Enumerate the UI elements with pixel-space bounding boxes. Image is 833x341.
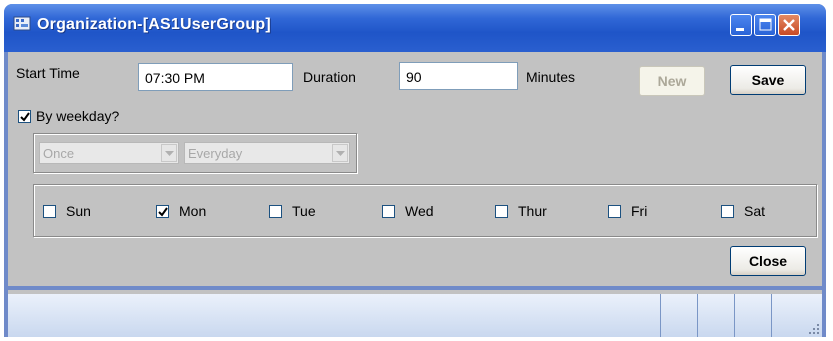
window-app-icon[interactable] bbox=[13, 15, 31, 33]
maximize-icon bbox=[759, 18, 772, 31]
day-label-tue: Tue bbox=[292, 203, 316, 219]
day-label-mon: Mon bbox=[179, 203, 207, 219]
checkmark-icon bbox=[158, 207, 168, 217]
minimize-icon bbox=[736, 28, 744, 31]
close-button[interactable]: Close bbox=[730, 246, 806, 276]
day-checkbox-sat[interactable] bbox=[721, 205, 734, 218]
day-label-sun: Sun bbox=[66, 203, 91, 219]
dropdown-arrow-icon bbox=[336, 151, 345, 156]
interval-combo-value: Everyday bbox=[188, 146, 243, 161]
status-panel-1 bbox=[660, 294, 696, 337]
day-label-thur: Thur bbox=[518, 203, 547, 219]
interval-dropdown-button[interactable] bbox=[332, 144, 348, 162]
dropdown-arrow-icon bbox=[165, 151, 174, 156]
resize-grip-icon[interactable] bbox=[808, 323, 820, 335]
by-weekday-label: By weekday? bbox=[36, 108, 120, 124]
dialog-body: Start Time 07:30 PM Duration 90 Minutes … bbox=[8, 52, 822, 286]
interval-combo[interactable]: Everyday bbox=[184, 142, 350, 164]
status-bar bbox=[8, 290, 822, 337]
by-weekday-checkbox[interactable] bbox=[18, 110, 31, 123]
duration-input[interactable]: 90 bbox=[399, 62, 518, 90]
close-window-button[interactable] bbox=[778, 14, 800, 36]
status-panel-3 bbox=[734, 294, 770, 337]
window-title: Organization-[AS1UserGroup] bbox=[37, 16, 271, 33]
new-button[interactable]: New bbox=[639, 66, 705, 96]
save-button[interactable]: Save bbox=[730, 65, 806, 95]
day-checkbox-thur[interactable] bbox=[495, 205, 508, 218]
day-checkbox-mon[interactable] bbox=[156, 205, 169, 218]
app-window: Organization-[AS1UserGroup] Start Time 0… bbox=[4, 4, 826, 337]
maximize-button[interactable] bbox=[754, 14, 776, 36]
status-panel-2 bbox=[697, 294, 733, 337]
minimize-button[interactable] bbox=[730, 14, 752, 36]
day-checkbox-wed[interactable] bbox=[382, 205, 395, 218]
start-time-label: Start Time bbox=[16, 65, 80, 81]
day-checkbox-tue[interactable] bbox=[269, 205, 282, 218]
close-icon bbox=[783, 19, 795, 31]
schedule-combo-group: Once Everyday bbox=[33, 133, 357, 173]
day-checkbox-sun[interactable] bbox=[43, 205, 56, 218]
weekday-group: Sun Mon Tue Wed Thur Fri Sat bbox=[33, 184, 817, 237]
day-checkbox-fri[interactable] bbox=[608, 205, 621, 218]
checkmark-icon bbox=[20, 112, 30, 122]
day-label-sat: Sat bbox=[744, 203, 766, 219]
day-label-fri: Fri bbox=[631, 203, 648, 219]
frequency-combo[interactable]: Once bbox=[39, 142, 179, 164]
frequency-dropdown-button[interactable] bbox=[161, 144, 177, 162]
title-bar[interactable]: Organization-[AS1UserGroup] bbox=[4, 4, 826, 52]
duration-label: Duration bbox=[303, 69, 356, 85]
minutes-label: Minutes bbox=[526, 69, 576, 85]
day-label-wed: Wed bbox=[405, 203, 434, 219]
frequency-combo-value: Once bbox=[43, 146, 75, 161]
start-time-input[interactable]: 07:30 PM bbox=[138, 63, 293, 91]
status-panel-4 bbox=[771, 294, 807, 337]
